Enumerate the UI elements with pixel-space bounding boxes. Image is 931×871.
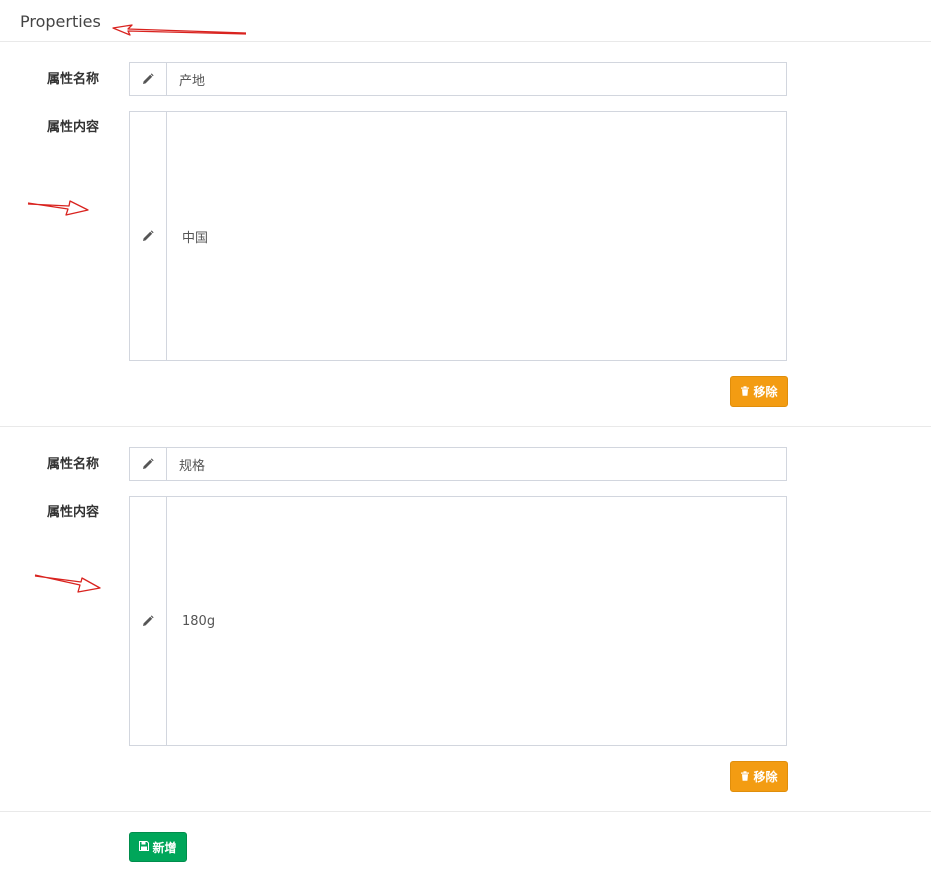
- remove-button[interactable]: 移除: [730, 761, 788, 792]
- save-icon: [139, 840, 150, 854]
- remove-button-label: 移除: [753, 770, 778, 784]
- property-name-value: 产地: [179, 73, 206, 89]
- pencil-icon: [130, 63, 167, 95]
- page-title: Properties: [20, 12, 101, 31]
- add-button-label: 新增: [152, 840, 177, 855]
- remove-button-label: 移除: [753, 385, 778, 399]
- pencil-icon: [130, 497, 167, 745]
- property-name-value: 规格: [179, 458, 206, 474]
- trash-icon: [740, 770, 750, 784]
- arrow-annotation: [27, 200, 89, 216]
- property-content-label: 属性内容: [46, 505, 99, 520]
- header-divider: [0, 41, 931, 42]
- arrow-annotation: [112, 24, 247, 36]
- pencil-icon: [130, 448, 167, 480]
- property-name-field[interactable]: 产地: [129, 62, 787, 96]
- property-divider: [0, 426, 931, 427]
- footer-divider: [0, 811, 931, 812]
- property-name-label: 属性名称: [46, 72, 99, 87]
- add-button[interactable]: 新增: [129, 832, 187, 862]
- trash-icon: [740, 385, 750, 399]
- property-content-textarea[interactable]: 中国: [129, 111, 787, 361]
- property-name-field[interactable]: 规格: [129, 447, 787, 481]
- property-content-textarea[interactable]: 180g: [129, 496, 787, 746]
- remove-button[interactable]: 移除: [730, 376, 788, 407]
- property-content-value: 中国: [182, 230, 209, 246]
- property-content-value: 180g: [182, 613, 216, 629]
- arrow-annotation: [34, 574, 101, 593]
- property-content-label: 属性内容: [46, 120, 99, 135]
- property-name-label: 属性名称: [46, 457, 99, 472]
- pencil-icon: [130, 112, 167, 360]
